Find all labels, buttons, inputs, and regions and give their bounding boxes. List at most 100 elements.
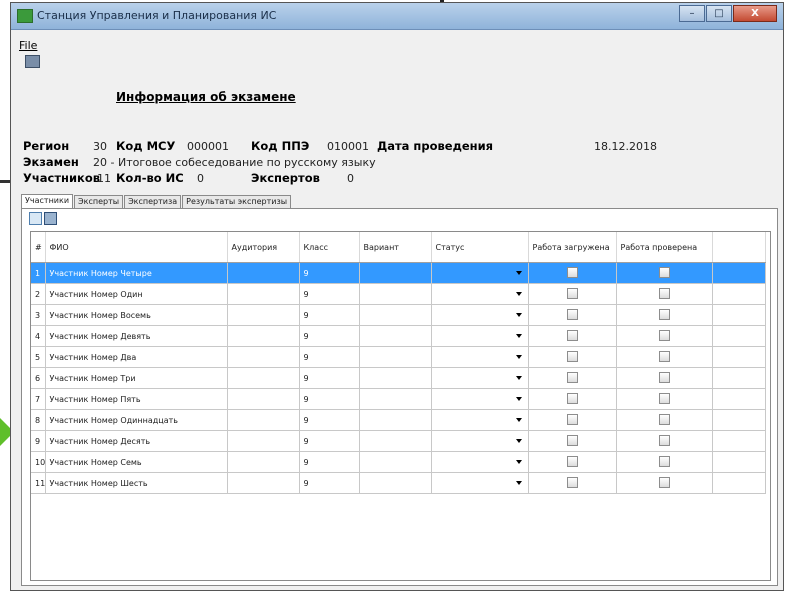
uploaded-checkbox[interactable] bbox=[566, 413, 578, 425]
status-dropdown[interactable] bbox=[436, 390, 524, 408]
col-header-status[interactable]: Статус bbox=[431, 232, 529, 263]
row-auditorium[interactable] bbox=[227, 346, 300, 368]
row-uploaded[interactable] bbox=[528, 304, 617, 326]
row-checked[interactable] bbox=[616, 451, 713, 473]
table-row[interactable]: 11 Участник Номер Шесть 9 bbox=[31, 472, 766, 494]
row-variant[interactable] bbox=[359, 262, 432, 284]
col-header-fio[interactable]: ФИО bbox=[45, 232, 228, 263]
row-checked[interactable] bbox=[616, 409, 713, 431]
toolbar-print-icon[interactable] bbox=[25, 55, 40, 68]
checked-checkbox[interactable] bbox=[658, 266, 670, 278]
status-dropdown[interactable] bbox=[436, 348, 524, 366]
uploaded-checkbox[interactable] bbox=[566, 476, 578, 488]
row-auditorium[interactable] bbox=[227, 367, 300, 389]
row-status[interactable] bbox=[431, 325, 529, 347]
row-checked[interactable] bbox=[616, 367, 713, 389]
row-variant[interactable] bbox=[359, 283, 432, 305]
status-dropdown[interactable] bbox=[436, 432, 524, 450]
chevron-down-icon[interactable] bbox=[515, 439, 522, 443]
row-status[interactable] bbox=[431, 304, 529, 326]
checked-checkbox[interactable] bbox=[658, 371, 670, 383]
row-checked[interactable] bbox=[616, 283, 713, 305]
row-uploaded[interactable] bbox=[528, 430, 617, 452]
row-status[interactable] bbox=[431, 409, 529, 431]
row-class[interactable]: 9 bbox=[299, 367, 360, 389]
table-row[interactable]: 3 Участник Номер Восемь 9 bbox=[31, 304, 766, 326]
table-row[interactable]: 2 Участник Номер Один 9 bbox=[31, 283, 766, 305]
col-header-uploaded[interactable]: Работа загружена bbox=[528, 232, 617, 263]
title-bar[interactable]: Станция Управления и Планирования ИС – □… bbox=[11, 3, 783, 30]
row-fio[interactable]: Участник Номер Восемь bbox=[45, 304, 228, 326]
row-variant[interactable] bbox=[359, 346, 432, 368]
uploaded-checkbox[interactable] bbox=[566, 371, 578, 383]
checked-checkbox[interactable] bbox=[658, 455, 670, 467]
uploaded-checkbox[interactable] bbox=[566, 455, 578, 467]
row-fio[interactable]: Участник Номер Три bbox=[45, 367, 228, 389]
row-fio[interactable]: Участник Номер Одиннадцать bbox=[45, 409, 228, 431]
chevron-down-icon[interactable] bbox=[515, 418, 522, 422]
row-class[interactable]: 9 bbox=[299, 409, 360, 431]
row-status[interactable] bbox=[431, 388, 529, 410]
status-dropdown[interactable] bbox=[436, 306, 524, 324]
row-class[interactable]: 9 bbox=[299, 430, 360, 452]
minimize-button[interactable]: – bbox=[679, 5, 705, 22]
row-class[interactable]: 9 bbox=[299, 472, 360, 494]
uploaded-checkbox[interactable] bbox=[566, 350, 578, 362]
row-variant[interactable] bbox=[359, 472, 432, 494]
row-class[interactable]: 9 bbox=[299, 388, 360, 410]
row-variant[interactable] bbox=[359, 325, 432, 347]
row-checked[interactable] bbox=[616, 325, 713, 347]
row-status[interactable] bbox=[431, 451, 529, 473]
row-class[interactable]: 9 bbox=[299, 262, 360, 284]
status-dropdown[interactable] bbox=[436, 411, 524, 429]
row-auditorium[interactable] bbox=[227, 472, 300, 494]
row-uploaded[interactable] bbox=[528, 451, 617, 473]
row-uploaded[interactable] bbox=[528, 283, 617, 305]
col-header-auditorium[interactable]: Аудитория bbox=[227, 232, 300, 263]
row-class[interactable]: 9 bbox=[299, 283, 360, 305]
table-row[interactable]: 7 Участник Номер Пять 9 bbox=[31, 388, 766, 410]
checked-checkbox[interactable] bbox=[658, 329, 670, 341]
status-dropdown[interactable] bbox=[436, 264, 524, 282]
col-header-number[interactable]: # bbox=[31, 232, 46, 263]
uploaded-checkbox[interactable] bbox=[566, 266, 578, 278]
row-fio[interactable]: Участник Номер Четыре bbox=[45, 262, 228, 284]
row-checked[interactable] bbox=[616, 430, 713, 452]
row-uploaded[interactable] bbox=[528, 367, 617, 389]
row-class[interactable]: 9 bbox=[299, 325, 360, 347]
row-checked[interactable] bbox=[616, 388, 713, 410]
chevron-down-icon[interactable] bbox=[515, 397, 522, 401]
row-auditorium[interactable] bbox=[227, 430, 300, 452]
menu-file[interactable]: File bbox=[19, 39, 37, 52]
status-dropdown[interactable] bbox=[436, 327, 524, 345]
row-uploaded[interactable] bbox=[528, 325, 617, 347]
new-document-icon[interactable] bbox=[29, 212, 42, 225]
row-status[interactable] bbox=[431, 430, 529, 452]
checked-checkbox[interactable] bbox=[658, 392, 670, 404]
row-variant[interactable] bbox=[359, 409, 432, 431]
status-dropdown[interactable] bbox=[436, 453, 524, 471]
row-class[interactable]: 9 bbox=[299, 451, 360, 473]
checked-checkbox[interactable] bbox=[658, 287, 670, 299]
row-checked[interactable] bbox=[616, 262, 713, 284]
row-checked[interactable] bbox=[616, 472, 713, 494]
chevron-down-icon[interactable] bbox=[515, 334, 522, 338]
row-fio[interactable]: Участник Номер Десять bbox=[45, 430, 228, 452]
uploaded-checkbox[interactable] bbox=[566, 434, 578, 446]
row-fio[interactable]: Участник Номер Два bbox=[45, 346, 228, 368]
col-header-class[interactable]: Класс bbox=[299, 232, 360, 263]
row-fio[interactable]: Участник Номер Шесть bbox=[45, 472, 228, 494]
chevron-down-icon[interactable] bbox=[515, 481, 522, 485]
row-variant[interactable] bbox=[359, 304, 432, 326]
save-icon[interactable] bbox=[44, 212, 57, 225]
row-status[interactable] bbox=[431, 283, 529, 305]
chevron-down-icon[interactable] bbox=[515, 355, 522, 359]
row-variant[interactable] bbox=[359, 430, 432, 452]
row-checked[interactable] bbox=[616, 304, 713, 326]
row-auditorium[interactable] bbox=[227, 451, 300, 473]
chevron-down-icon[interactable] bbox=[515, 292, 522, 296]
checked-checkbox[interactable] bbox=[658, 434, 670, 446]
row-fio[interactable]: Участник Номер Пять bbox=[45, 388, 228, 410]
row-auditorium[interactable] bbox=[227, 388, 300, 410]
row-variant[interactable] bbox=[359, 367, 432, 389]
